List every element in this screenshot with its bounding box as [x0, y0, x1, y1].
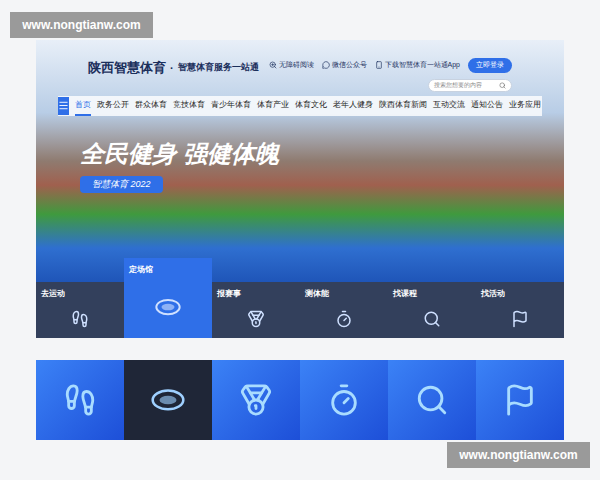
header: 陕西智慧体育·智慧体育服务一站通无障碍阅读微信公众号下载智慧体育一站通App 立即… — [36, 40, 564, 92]
service-tile[interactable]: 找课程 — [388, 282, 476, 338]
nav-item[interactable]: 互动交流 — [433, 96, 465, 116]
nav-bar: 首页政务公开群众体育竞技体育青少年体育体育产业体育文化老年人健身陕西体育新闻互动… — [58, 96, 542, 116]
watermark: www.nongtianw.com — [10, 12, 153, 38]
search-icon — [415, 383, 449, 417]
medal-icon — [247, 310, 265, 328]
nav-item[interactable]: 体育文化 — [295, 96, 327, 116]
stadium-icon — [151, 388, 185, 412]
service-tile[interactable]: 找活动 — [476, 282, 564, 338]
nav-item[interactable]: 陕西体育新闻 — [379, 96, 427, 116]
icon-tile[interactable] — [124, 360, 212, 440]
shoe-icon — [63, 383, 97, 417]
tile-row: 去运动定场馆报赛事测体能找课程找活动 — [36, 258, 564, 338]
hero-title: 全民健身 强健体魄 — [80, 136, 279, 172]
icon-tile[interactable] — [300, 360, 388, 440]
search-field[interactable]: 搜索您想要的内容 — [428, 79, 512, 92]
icon-tile[interactable] — [212, 360, 300, 440]
hero-badge: 智慧体育 2022 — [80, 176, 163, 194]
search-icon — [499, 82, 506, 89]
shoe-icon — [71, 310, 89, 328]
wechat-icon — [322, 61, 330, 69]
magnifier-icon — [269, 61, 277, 69]
service-tile[interactable]: 测体能 — [300, 282, 388, 338]
nav-item[interactable]: 群众体育 — [135, 96, 167, 116]
icon-strip — [36, 360, 564, 440]
flag-icon — [503, 383, 537, 417]
page: www.nongtianw.comwww.nongtianw.com陕西智慧体育… — [0, 0, 600, 480]
phone-icon — [375, 61, 383, 69]
nav-item[interactable]: 体育产业 — [257, 96, 289, 116]
search-icon — [423, 310, 441, 328]
header-link[interactable]: 微信公众号 — [322, 60, 367, 71]
login-button[interactable]: 立即登录 — [468, 58, 512, 73]
menu-icon — [58, 100, 69, 111]
icon-tile[interactable] — [388, 360, 476, 440]
stopwatch-icon — [327, 383, 361, 417]
nav-item[interactable]: 首页 — [75, 96, 91, 116]
nav-item[interactable]: 通知公告 — [471, 96, 503, 116]
service-tile[interactable]: 去运动 — [36, 282, 124, 338]
icon-tile[interactable] — [476, 360, 564, 440]
medal-icon — [239, 383, 273, 417]
nav-item[interactable]: 业务应用 — [509, 96, 541, 116]
header-link[interactable]: 无障碍阅读 — [269, 60, 314, 71]
nav-item[interactable]: 政务公开 — [97, 96, 129, 116]
service-tile[interactable]: 报赛事 — [212, 282, 300, 338]
hero-text: 全民健身 强健体魄智慧体育 2022 — [36, 116, 564, 194]
nav-item[interactable]: 青少年体育 — [211, 96, 251, 116]
hero: 陕西智慧体育·智慧体育服务一站通无障碍阅读微信公众号下载智慧体育一站通App 立即… — [36, 40, 564, 282]
header-link[interactable]: 下载智慧体育一站通App — [375, 60, 460, 71]
flag-icon — [511, 310, 529, 328]
watermark: www.nongtianw.com — [447, 442, 590, 468]
stadium-icon — [155, 298, 181, 316]
site-screenshot: 陕西智慧体育·智慧体育服务一站通无障碍阅读微信公众号下载智慧体育一站通App 立即… — [36, 40, 564, 338]
icon-tile[interactable] — [36, 360, 124, 440]
nav-item[interactable]: 老年人健身 — [333, 96, 373, 116]
stopwatch-icon — [335, 310, 353, 328]
logo[interactable]: 陕西智慧体育·智慧体育服务一站通 — [88, 58, 259, 78]
nav-item[interactable]: 竞技体育 — [173, 96, 205, 116]
service-tile[interactable]: 定场馆 — [124, 258, 212, 338]
menu-button[interactable] — [58, 97, 69, 115]
